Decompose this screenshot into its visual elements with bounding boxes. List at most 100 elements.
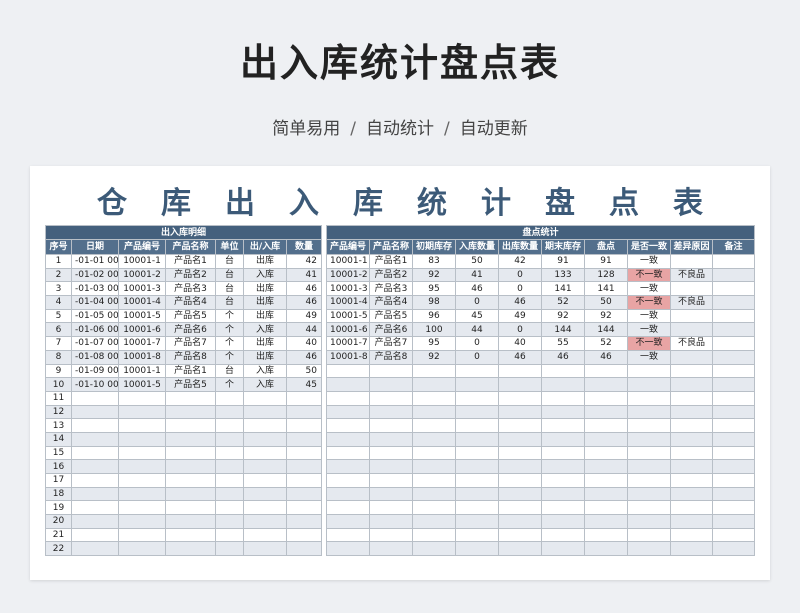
- table-cell[interactable]: 91: [584, 254, 628, 269]
- table-cell[interactable]: [286, 404, 322, 420]
- table-cell[interactable]: 2: [45, 267, 72, 283]
- table-cell[interactable]: 产品名4: [369, 295, 413, 310]
- table-cell[interactable]: [711, 363, 756, 379]
- table-cell[interactable]: [118, 418, 166, 433]
- table-cell[interactable]: [369, 527, 413, 543]
- table-cell[interactable]: -01-04 00:0: [71, 295, 119, 310]
- table-cell[interactable]: [627, 514, 671, 529]
- table-cell[interactable]: [369, 486, 413, 502]
- table-cell[interactable]: [215, 514, 244, 529]
- table-cell[interactable]: [243, 431, 287, 447]
- table-cell[interactable]: [670, 473, 713, 488]
- table-cell[interactable]: 10001-5: [118, 377, 166, 392]
- table-cell[interactable]: 产品名5: [165, 308, 216, 324]
- table-cell[interactable]: 台: [215, 254, 244, 269]
- table-cell[interactable]: 10001-8: [326, 349, 370, 365]
- table-cell[interactable]: 46: [455, 281, 499, 297]
- table-cell[interactable]: -01-07 00:0: [71, 336, 119, 351]
- table-cell[interactable]: [584, 541, 628, 557]
- table-cell[interactable]: 出库: [243, 336, 287, 351]
- table-cell[interactable]: 0: [498, 322, 542, 338]
- table-cell[interactable]: [670, 541, 713, 557]
- table-cell[interactable]: [670, 500, 713, 516]
- table-cell[interactable]: 个: [215, 336, 244, 351]
- table-cell[interactable]: [412, 527, 456, 543]
- table-cell[interactable]: [215, 431, 244, 447]
- table-cell[interactable]: 7: [45, 336, 72, 351]
- table-cell[interactable]: 22: [45, 541, 72, 557]
- table-cell[interactable]: [326, 473, 370, 488]
- table-cell[interactable]: 个: [215, 377, 244, 392]
- table-cell[interactable]: 45: [286, 377, 322, 392]
- table-cell[interactable]: 42: [286, 254, 322, 269]
- table-cell[interactable]: 44: [455, 322, 499, 338]
- table-cell[interactable]: [670, 254, 713, 269]
- table-cell[interactable]: 10001-8: [118, 349, 166, 365]
- table-cell[interactable]: 产品名5: [165, 377, 216, 392]
- table-cell[interactable]: 产品名1: [165, 363, 216, 379]
- table-cell[interactable]: 16: [45, 459, 72, 474]
- table-cell[interactable]: 3: [45, 281, 72, 297]
- table-cell[interactable]: [711, 514, 756, 529]
- table-cell[interactable]: -01-08 00:0: [71, 349, 119, 365]
- table-cell[interactable]: [118, 390, 166, 406]
- table-cell[interactable]: 个: [215, 322, 244, 338]
- table-cell[interactable]: [369, 363, 413, 379]
- table-cell[interactable]: 产品名3: [165, 281, 216, 297]
- table-cell[interactable]: 50: [455, 254, 499, 269]
- table-cell[interactable]: [243, 473, 287, 488]
- table-cell[interactable]: 入库: [243, 377, 287, 392]
- table-cell[interactable]: [541, 431, 585, 447]
- table-cell[interactable]: [326, 459, 370, 474]
- table-cell[interactable]: 41: [286, 267, 322, 283]
- table-cell[interactable]: [541, 514, 585, 529]
- table-cell[interactable]: [215, 527, 244, 543]
- table-cell[interactable]: 92: [584, 308, 628, 324]
- table-cell[interactable]: 入库: [243, 322, 287, 338]
- table-cell[interactable]: 10001-2: [118, 267, 166, 283]
- table-cell[interactable]: 128: [584, 267, 628, 283]
- table-cell[interactable]: 144: [541, 322, 585, 338]
- table-cell[interactable]: [286, 541, 322, 557]
- table-cell[interactable]: 49: [286, 308, 322, 324]
- table-cell[interactable]: 46: [584, 349, 628, 365]
- table-cell[interactable]: [627, 473, 671, 488]
- table-cell[interactable]: [455, 390, 499, 406]
- table-cell[interactable]: 40: [498, 336, 542, 351]
- table-cell[interactable]: 92: [541, 308, 585, 324]
- table-cell[interactable]: 一致: [627, 308, 671, 324]
- table-cell[interactable]: 出库: [243, 254, 287, 269]
- table-cell[interactable]: [412, 486, 456, 502]
- table-cell[interactable]: 91: [541, 254, 585, 269]
- table-cell[interactable]: [326, 541, 370, 557]
- table-cell[interactable]: [541, 527, 585, 543]
- table-cell[interactable]: 10001-1: [326, 254, 370, 269]
- table-cell[interactable]: [412, 445, 456, 461]
- table-cell[interactable]: [118, 404, 166, 420]
- table-cell[interactable]: 10001-1: [118, 254, 166, 269]
- table-cell[interactable]: 20: [45, 514, 72, 529]
- mismatch-cell[interactable]: 不一致: [627, 336, 671, 351]
- table-cell[interactable]: [369, 445, 413, 461]
- table-cell[interactable]: [412, 404, 456, 420]
- table-cell[interactable]: [541, 418, 585, 433]
- table-cell[interactable]: [627, 486, 671, 502]
- table-cell[interactable]: [243, 445, 287, 461]
- table-cell[interactable]: [118, 514, 166, 529]
- table-cell[interactable]: [670, 431, 713, 447]
- table-cell[interactable]: [412, 459, 456, 474]
- table-cell[interactable]: 10001-5: [326, 308, 370, 324]
- table-cell[interactable]: 产品名6: [369, 322, 413, 338]
- table-cell[interactable]: [412, 514, 456, 529]
- table-cell[interactable]: [711, 541, 756, 557]
- table-cell[interactable]: 产品名5: [369, 308, 413, 324]
- table-cell[interactable]: [584, 431, 628, 447]
- table-cell[interactable]: [541, 377, 585, 392]
- table-cell[interactable]: [165, 390, 216, 406]
- table-cell[interactable]: [455, 418, 499, 433]
- table-cell[interactable]: [541, 445, 585, 461]
- table-cell[interactable]: [541, 473, 585, 488]
- table-cell[interactable]: [455, 404, 499, 420]
- table-cell[interactable]: [498, 486, 542, 502]
- table-cell[interactable]: [165, 486, 216, 502]
